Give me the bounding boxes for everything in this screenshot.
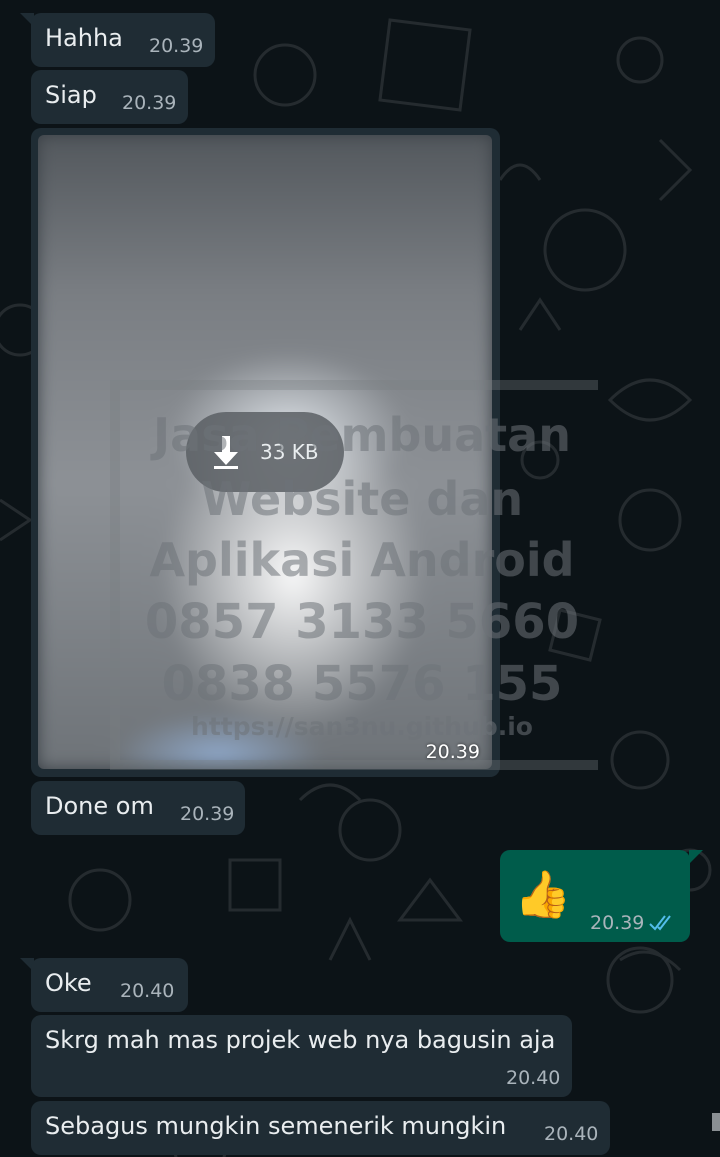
message-bubble[interactable]: Done om 20.39 <box>31 781 245 835</box>
message-text: Oke <box>45 969 92 997</box>
message-time: 20.39 <box>590 912 645 934</box>
message-text: Skrg mah mas projek web nya bagusin aja <box>45 1026 556 1054</box>
download-button[interactable]: 33 KB <box>186 412 344 492</box>
message-bubble[interactable]: Siap 20.39 <box>31 70 188 124</box>
download-arrow-icon <box>214 436 238 469</box>
message-text: Hahha <box>45 24 123 52</box>
message-time: 20.39 <box>425 741 480 763</box>
message-text: Done om <box>45 792 154 820</box>
bubble-tail <box>689 850 703 864</box>
sent-message-bubble[interactable]: 👍 20.39 <box>500 850 690 942</box>
blurred-image-preview[interactable]: 33 KB 20.39 <box>38 135 492 769</box>
download-size: 33 KB <box>260 440 319 464</box>
message-bubble[interactable]: Skrg mah mas projek web nya bagusin aja … <box>31 1015 572 1097</box>
double-check-icon <box>649 915 671 931</box>
thumbs-up-emoji: 👍 <box>514 867 572 921</box>
message-time: 20.39 <box>122 92 177 114</box>
message-bubble[interactable]: Sebagus mungkin semenerik mungkin 20.40 <box>31 1101 610 1155</box>
message-time: 20.40 <box>544 1123 599 1145</box>
message-time: 20.40 <box>506 1067 561 1089</box>
message-time: 20.39 <box>149 35 204 57</box>
scroll-indicator <box>712 1113 720 1131</box>
message-time: 20.40 <box>120 980 175 1002</box>
message-bubble[interactable]: Hahha 20.39 <box>31 13 215 67</box>
message-text: Siap <box>45 81 97 109</box>
message-text: Sebagus mungkin semenerik mungkin <box>45 1112 507 1140</box>
message-time: 20.39 <box>180 803 235 825</box>
message-bubble[interactable]: Oke 20.40 <box>31 958 188 1012</box>
